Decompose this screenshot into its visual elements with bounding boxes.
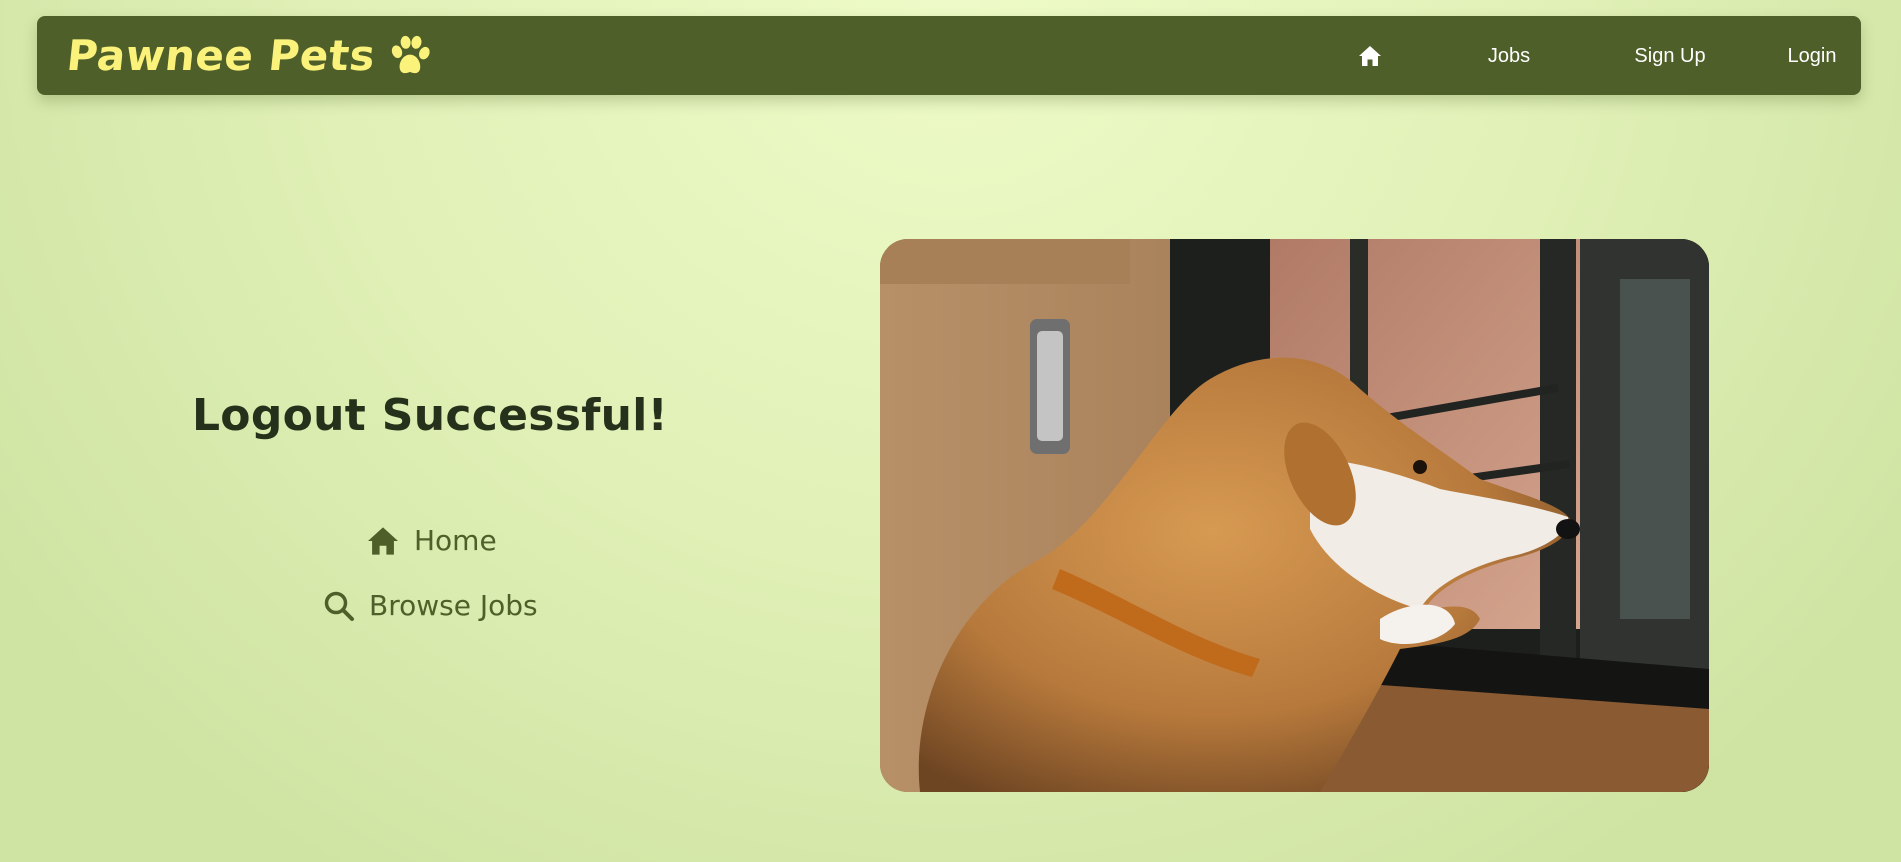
nav-home-link[interactable] bbox=[1355, 43, 1385, 69]
brand-name: Pawnee Pets bbox=[64, 31, 378, 80]
paw-icon bbox=[391, 35, 430, 73]
photo-illustration bbox=[880, 239, 1709, 792]
home-icon bbox=[1359, 46, 1381, 66]
home-link[interactable]: Home bbox=[366, 524, 497, 557]
brand-logo-link[interactable]: Pawnee Pets bbox=[64, 28, 436, 83]
nav-login-link[interactable]: Login bbox=[1772, 41, 1852, 71]
browse-jobs-label: Browse Jobs bbox=[369, 589, 538, 622]
top-navbar: Pawnee Pets Jobs Sign Up Login bbox=[37, 16, 1861, 95]
home-icon bbox=[368, 526, 398, 555]
page-title: Logout Successful! bbox=[191, 390, 669, 441]
nav-jobs-link[interactable]: Jobs bbox=[1474, 41, 1544, 71]
dog-looking-out-window-photo bbox=[880, 239, 1709, 792]
nav-signup-link[interactable]: Sign Up bbox=[1610, 41, 1730, 71]
search-icon bbox=[324, 591, 354, 621]
home-link-label: Home bbox=[414, 524, 497, 557]
browse-jobs-link[interactable]: Browse Jobs bbox=[323, 589, 538, 622]
